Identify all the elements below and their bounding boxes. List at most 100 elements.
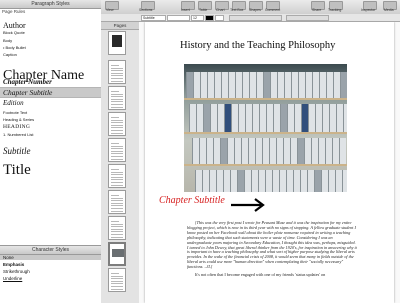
archive-box xyxy=(343,104,347,132)
paragraph-style-footnote-text[interactable]: Footnote Text xyxy=(3,110,27,115)
table-label: Table xyxy=(199,8,208,12)
character-style-emphasis[interactable]: Emphasis xyxy=(3,262,24,267)
archive-box xyxy=(270,72,277,98)
shapes-label: Shapes xyxy=(249,8,261,12)
paragraph-style-chapter-number[interactable]: Chapter Number xyxy=(3,78,52,86)
thumbnail-text-line xyxy=(111,275,123,277)
character-styles-panel: Character Styles None Emphasis Strikethr… xyxy=(0,245,102,303)
archive-shelves-photo[interactable] xyxy=(184,64,347,192)
archive-box xyxy=(196,104,203,132)
thumbnail-text-line xyxy=(111,127,123,129)
archive-box xyxy=(276,138,283,164)
paragraph-style-author[interactable]: Author xyxy=(3,21,26,30)
thumbnail-text-line xyxy=(111,130,123,131)
page-thumbnail[interactable] xyxy=(108,164,126,188)
thumbnail-text-line xyxy=(111,148,123,150)
thumbnail-text-line xyxy=(111,96,123,98)
paragraph-styles-header: Paragraph Styles xyxy=(0,0,101,9)
chart-label: Chart xyxy=(216,8,225,12)
archive-box xyxy=(203,104,210,132)
character-style-underline[interactable]: Underline xyxy=(3,276,22,281)
thumbnail-text-line xyxy=(111,179,123,181)
archive-box xyxy=(318,138,325,164)
sections-label: Sections xyxy=(139,8,153,12)
thumbnail-text-line xyxy=(111,153,123,155)
archive-box xyxy=(258,170,265,192)
pages-header: Pages xyxy=(101,22,139,30)
page-thumbnail[interactable] xyxy=(108,190,126,214)
page-thumbnail[interactable] xyxy=(108,268,126,292)
paragraph-style-body-bullet[interactable]: • Body Bullet xyxy=(3,45,26,50)
thumbnail-text-line xyxy=(111,210,123,212)
thumbnail-text-line xyxy=(111,91,119,92)
thumbnail-text-line xyxy=(111,202,123,204)
highlight-swatch[interactable] xyxy=(215,15,224,21)
archive-box xyxy=(241,138,248,164)
thumbnail-text-line xyxy=(111,195,119,196)
paragraph-style-1-numbered-list[interactable]: 1. Numbered List xyxy=(3,132,33,137)
archive-box xyxy=(329,104,336,132)
paragraph-style-body[interactable]: Body xyxy=(3,38,12,43)
archive-box xyxy=(339,138,346,164)
paragraph-style-caption[interactable]: Caption xyxy=(3,52,17,57)
thumbnail-text-line xyxy=(111,158,123,160)
alignment-controls[interactable] xyxy=(229,15,282,21)
thumbnail-text-line xyxy=(111,98,123,100)
page-thumbnail[interactable] xyxy=(108,86,126,110)
thumbnail-text-line xyxy=(111,208,123,209)
page-thumbnail[interactable] xyxy=(108,242,126,266)
paragraph-style-block-quote[interactable]: Block Quote xyxy=(3,30,25,35)
archive-box xyxy=(195,170,202,192)
document-title[interactable]: History and the Teaching Philosophy xyxy=(180,40,335,51)
body-text[interactable]: [This was the very first post I wrote fo… xyxy=(187,220,357,281)
toolbar: View Sections Insert Table Chart Text Bo… xyxy=(101,0,400,15)
archive-box xyxy=(202,170,209,192)
paragraph-style-title[interactable]: Title xyxy=(3,162,31,179)
archive-box xyxy=(284,72,291,98)
intro-paragraph: [This was the very first post I wrote fo… xyxy=(187,220,357,270)
font-field[interactable] xyxy=(167,15,190,21)
archive-box xyxy=(294,104,301,132)
size-field[interactable]: 12 xyxy=(191,15,204,21)
character-style-none[interactable]: None xyxy=(0,255,101,260)
archive-box xyxy=(221,72,228,98)
right-arrow-icon xyxy=(231,198,265,212)
archive-box xyxy=(255,138,262,164)
archive-box xyxy=(248,138,255,164)
thumbnail-text-line xyxy=(111,223,123,225)
archive-box xyxy=(342,170,347,192)
paragraph-style-heading-series[interactable]: Heading & Series xyxy=(3,117,34,122)
paragraph-style-chapter-subtitle[interactable]: Chapter Subtitle xyxy=(0,87,101,98)
archive-box xyxy=(273,104,280,132)
style-field[interactable]: Subtitle xyxy=(141,15,166,21)
thumbnail-text-line xyxy=(111,101,123,103)
archive-box xyxy=(325,138,332,164)
page-thumbnail[interactable] xyxy=(108,31,126,55)
archive-box xyxy=(326,72,333,98)
paragraph-style-heading[interactable]: HEADING xyxy=(3,124,30,130)
comment-label: Comment xyxy=(265,8,281,12)
archive-box xyxy=(269,138,276,164)
page-thumbnail[interactable] xyxy=(108,112,126,136)
page-thumbnail[interactable] xyxy=(108,60,126,84)
chapter-subtitle[interactable]: Chapter Subtitle xyxy=(159,195,225,206)
text-color-swatch[interactable] xyxy=(205,15,214,21)
archive-box xyxy=(263,72,270,98)
spacing-controls[interactable] xyxy=(286,15,329,21)
archive-box xyxy=(277,72,284,98)
page-thumbnail[interactable] xyxy=(108,138,126,162)
paragraph-style-edition[interactable]: Edition xyxy=(3,99,24,107)
archive-box xyxy=(311,138,318,164)
archive-box xyxy=(262,138,269,164)
paragraph-style-subtitle[interactable]: Subtitle xyxy=(3,146,31,156)
page-thumbnail[interactable] xyxy=(108,216,126,240)
archive-box xyxy=(314,170,321,192)
archive-box xyxy=(207,72,214,98)
character-style-strikethrough[interactable]: Strikethrough xyxy=(3,269,30,274)
thumbnail-text-line xyxy=(111,169,119,170)
thumbnail-text-line xyxy=(111,122,123,124)
archive-box xyxy=(256,72,263,98)
thumbnail-image xyxy=(112,249,124,257)
thumbnail-text-line xyxy=(111,182,123,183)
document-page[interactable]: History and the Teaching Philosophy Chap… xyxy=(145,22,394,303)
